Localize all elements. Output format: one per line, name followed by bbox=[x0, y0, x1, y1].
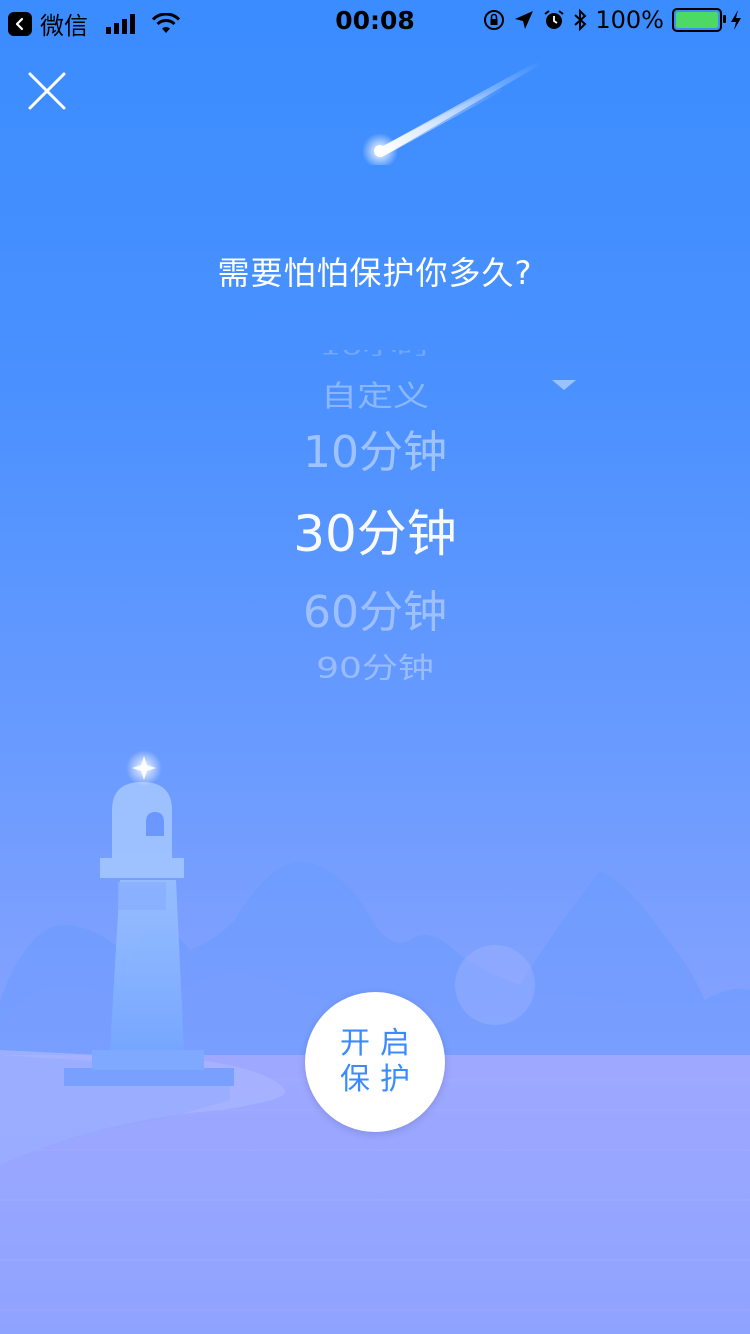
picker-option-custom[interactable]: 自定义 bbox=[250, 373, 500, 415]
rotation-lock-icon bbox=[484, 10, 505, 30]
location-icon bbox=[515, 11, 534, 29]
start-button-line2: 保护 bbox=[340, 1062, 420, 1097]
status-bar: 微信 00:08 100% bbox=[0, 0, 750, 40]
dropdown-arrow-icon[interactable] bbox=[552, 380, 576, 390]
question-title: 需要怕怕保护你多久? bbox=[217, 254, 533, 292]
start-button-line1: 开启 bbox=[340, 1026, 420, 1061]
picker-option[interactable]: 90分钟 bbox=[250, 645, 500, 680]
picker-option[interactable]: 10小时 bbox=[250, 350, 500, 360]
duration-picker[interactable]: 10小时 自定义 10分钟 30分钟 60分钟 90分钟 bbox=[250, 350, 500, 680]
start-protection-button[interactable]: 开启 保护 bbox=[305, 992, 445, 1132]
picker-option[interactable]: 10分钟 bbox=[250, 416, 500, 480]
bluetooth-icon bbox=[574, 8, 587, 32]
battery-percent: 100% bbox=[595, 6, 664, 34]
picker-option-selected[interactable]: 30分钟 bbox=[250, 494, 500, 566]
alarm-icon bbox=[544, 10, 564, 29]
status-bar-right: 100% bbox=[483, 6, 742, 34]
screen: 微信 00:08 100% 需要怕怕保护你多久? 自定义 10分钟 30分钟 6… bbox=[0, 0, 750, 1334]
meteor-icon bbox=[362, 61, 540, 165]
battery-icon bbox=[672, 8, 726, 32]
charging-icon bbox=[731, 10, 741, 30]
close-icon[interactable] bbox=[26, 70, 68, 112]
picker-option[interactable]: 60分钟 bbox=[250, 576, 500, 640]
